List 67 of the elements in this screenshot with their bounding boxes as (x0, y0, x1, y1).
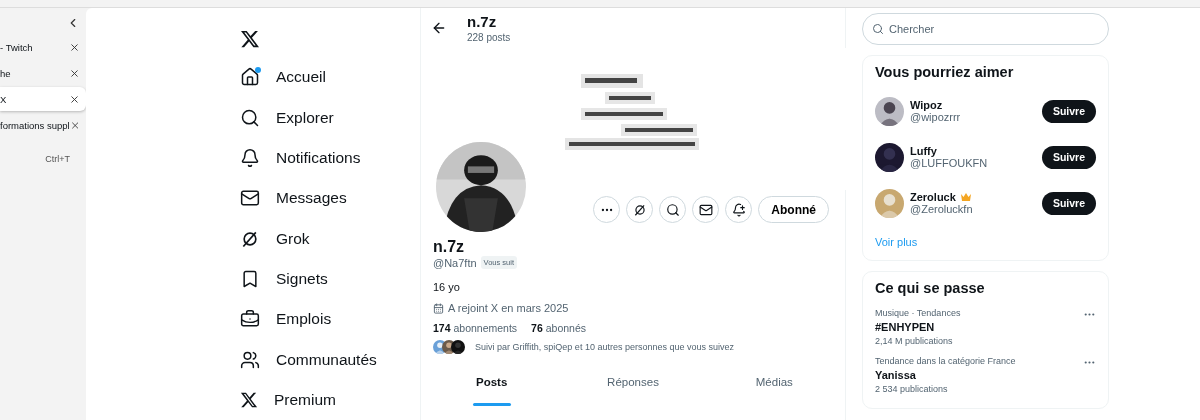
action-button[interactable] (626, 196, 654, 223)
shortcut-hint: Ctrl+T (45, 154, 70, 164)
slashed-circle-icon (632, 202, 647, 217)
nav-item[interactable]: Emplois (224, 299, 420, 340)
envelope-icon (698, 202, 713, 217)
crown-icon (959, 192, 972, 202)
user-handle: @LUFFOUKFN (910, 157, 989, 169)
following-button[interactable]: Abonné (758, 196, 829, 223)
close-icon[interactable] (69, 67, 80, 79)
bell-icon (240, 148, 260, 169)
search-field[interactable]: Chercher (862, 13, 1109, 45)
trend-category: Musique · Tendances (875, 308, 961, 318)
browser-tab[interactable]: he (0, 61, 86, 85)
user-name: Zeroluck (910, 191, 956, 203)
trend-category: Tendance dans la catégorie France (875, 356, 1016, 366)
join-date: A rejoint X en mars 2025 (448, 302, 569, 314)
follow-button[interactable]: Suivre (1041, 145, 1096, 169)
nav-item[interactable]: Communautés (224, 339, 420, 380)
back-arrow-icon[interactable] (431, 20, 447, 36)
action-button[interactable] (659, 196, 687, 223)
trend-topic[interactable]: Yanissa (875, 369, 1016, 381)
profile-tab[interactable]: Posts (421, 366, 563, 406)
bookmark-icon (240, 268, 260, 289)
x-logo-icon (240, 28, 260, 49)
browser-tab[interactable]: - Twitch (0, 35, 86, 59)
calendar-icon (433, 302, 444, 314)
search-icon (240, 107, 260, 128)
user-handle: @Zeroluckfn (910, 203, 974, 215)
trend-count: 2,14 M publications (875, 336, 954, 346)
followers-link[interactable]: 76 abonnés (531, 322, 586, 334)
post-count: 228 posts (467, 32, 511, 43)
card-title: Vous pourriez aimer (875, 64, 1015, 80)
close-icon[interactable] (69, 93, 80, 105)
nav-item[interactable]: Grok (224, 218, 420, 259)
trend-count: 2 534 publications (875, 384, 949, 394)
following-link[interactable]: 174 abonnements (433, 322, 518, 334)
browser-tab[interactable]: formations suppl (0, 113, 86, 137)
search-icon (872, 23, 884, 35)
search-icon (665, 202, 680, 217)
nav-item[interactable]: Notifications (224, 137, 420, 179)
user-handle: @wipozrrr (910, 111, 962, 123)
close-icon[interactable] (69, 41, 80, 53)
bell-plus-icon (731, 202, 746, 217)
nav-item[interactable]: Premium (224, 379, 420, 420)
action-button[interactable] (725, 196, 753, 223)
nav-item[interactable]: Signets (224, 258, 420, 300)
nav-item[interactable]: Messages (224, 178, 420, 219)
profile-tab[interactable]: Médias (703, 366, 845, 406)
people-icon (240, 349, 260, 370)
user-name: Wipoz (910, 99, 943, 111)
browser-tab[interactable]: X (0, 87, 86, 111)
trend-topic[interactable]: #ENHYPEN (875, 321, 961, 333)
x-logo-icon (240, 390, 258, 409)
follow-button[interactable]: Suivre (1041, 191, 1096, 215)
display-name: n.7z (433, 238, 466, 256)
card-title: Ce qui se passe (875, 280, 986, 296)
user-name: Luffy (910, 145, 937, 157)
nav-item[interactable]: Accueil (224, 57, 420, 98)
profile-name: n.7z (467, 13, 498, 30)
nav-item[interactable]: Explorer (224, 97, 420, 138)
bio: 16 yo (433, 281, 461, 293)
home-icon (240, 67, 260, 88)
followed-by-text: Suivi par Griffith, spiQep et 10 autres personnes que vous suivez (475, 342, 734, 352)
follow-button[interactable]: Suivre (1041, 99, 1096, 123)
action-button[interactable] (692, 196, 720, 223)
handle: @Na7ftn (433, 256, 477, 269)
profile-tab[interactable]: Réponses (562, 366, 704, 406)
